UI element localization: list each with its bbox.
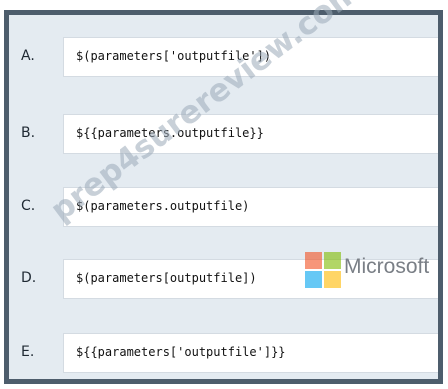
option-e[interactable]: E. ${{parameters['outputfile']}} bbox=[9, 333, 438, 373]
option-d[interactable]: D. $(parameters[outputfile]) bbox=[9, 259, 438, 299]
option-b[interactable]: B. ${{parameters.outputfile}} bbox=[9, 114, 438, 154]
option-code-box: $(parameters.outputfile) bbox=[63, 187, 438, 227]
option-code-box: ${{parameters.outputfile}} bbox=[63, 114, 438, 154]
option-letter: E. bbox=[21, 344, 35, 360]
option-c[interactable]: C. $(parameters.outputfile) bbox=[9, 187, 438, 227]
option-letter: D. bbox=[21, 270, 37, 286]
option-code: ${{parameters['outputfile']}} bbox=[76, 345, 286, 359]
option-code: $(parameters['outputfile']) bbox=[76, 49, 272, 63]
option-code-box: ${{parameters['outputfile']}} bbox=[63, 333, 438, 373]
option-a[interactable]: A. $(parameters['outputfile']) bbox=[9, 37, 438, 77]
option-letter: A. bbox=[21, 48, 35, 64]
top-edge-fragment bbox=[437, 0, 448, 8]
option-letter: B. bbox=[21, 125, 36, 141]
option-code-box: $(parameters[outputfile]) bbox=[63, 259, 438, 299]
option-code-box: $(parameters['outputfile']) bbox=[63, 37, 438, 77]
option-code: $(parameters[outputfile]) bbox=[76, 271, 257, 285]
option-letter: C. bbox=[21, 198, 36, 214]
option-code: $(parameters.outputfile) bbox=[76, 199, 250, 213]
answer-options-panel: A. $(parameters['outputfile']) B. ${{par… bbox=[4, 10, 443, 384]
option-code: ${{parameters.outputfile}} bbox=[76, 126, 264, 140]
